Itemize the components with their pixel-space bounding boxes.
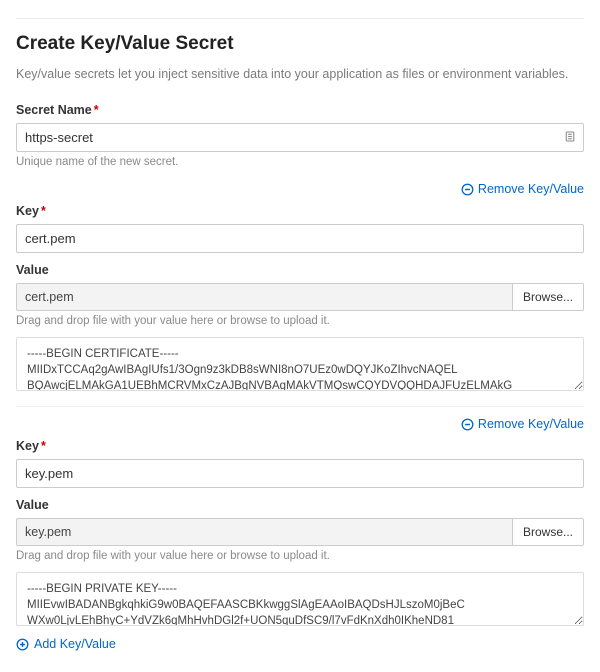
file-name-display: cert.pem xyxy=(17,284,512,310)
remove-key-value-link[interactable]: Remove Key/Value xyxy=(461,417,584,431)
key-label: Key* xyxy=(16,204,584,218)
drag-help-text: Drag and drop file with your value here … xyxy=(16,550,584,562)
key-label: Key* xyxy=(16,439,584,453)
value-textarea[interactable] xyxy=(16,572,584,626)
browse-button[interactable]: Browse... xyxy=(512,519,583,545)
page-subtitle: Key/value secrets let you inject sensiti… xyxy=(16,67,584,81)
value-label: Value xyxy=(16,498,584,512)
file-name-display: key.pem xyxy=(17,519,512,545)
secret-name-label: Secret Name* xyxy=(16,103,584,117)
minus-circle-icon xyxy=(461,418,474,431)
browse-button[interactable]: Browse... xyxy=(512,284,583,310)
remove-key-value-link[interactable]: Remove Key/Value xyxy=(461,182,584,196)
minus-circle-icon xyxy=(461,183,474,196)
form-icon xyxy=(564,130,576,145)
key-input[interactable] xyxy=(16,459,584,488)
page-title: Create Key/Value Secret xyxy=(16,33,584,55)
add-key-value-link[interactable]: Add Key/Value xyxy=(16,637,116,651)
key-input[interactable] xyxy=(16,224,584,253)
plus-circle-icon xyxy=(16,638,29,651)
drag-help-text: Drag and drop file with your value here … xyxy=(16,315,584,327)
kv-block: Remove Key/Value Key* Value cert.pem Bro… xyxy=(16,182,584,394)
secret-name-input[interactable] xyxy=(16,123,584,152)
value-textarea[interactable] xyxy=(16,337,584,391)
secret-name-help: Unique name of the new secret. xyxy=(16,156,584,168)
value-label: Value xyxy=(16,263,584,277)
kv-block: Remove Key/Value Key* Value key.pem Brow… xyxy=(16,417,584,629)
